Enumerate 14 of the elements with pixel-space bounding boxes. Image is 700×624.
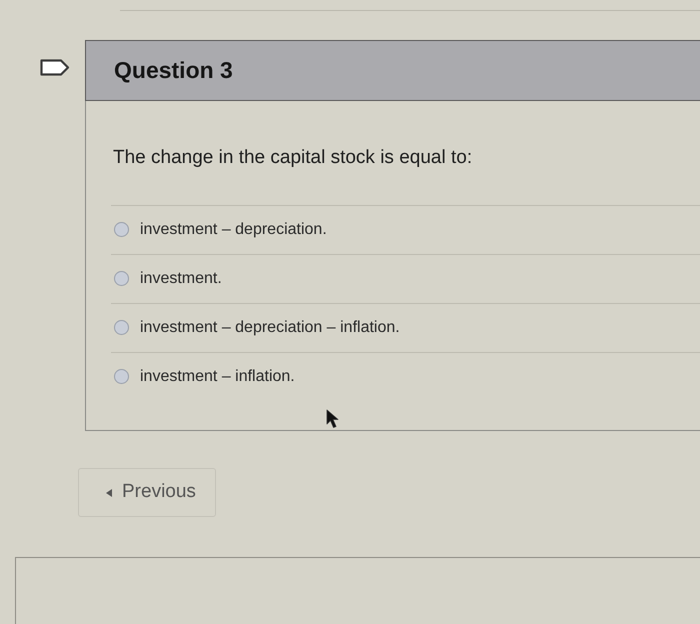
question-title: Question 3 [114,56,233,86]
caret-left-icon [106,488,112,496]
option-label[interactable]: investment – inflation. [140,364,295,388]
option-label[interactable]: investment. [140,266,222,290]
radio-button[interactable] [114,271,129,286]
option-label[interactable]: investment – depreciation – inflation. [140,316,400,340]
flag-icon[interactable] [40,59,70,76]
previous-button[interactable]: Previous [78,468,216,517]
radio-button[interactable] [114,222,129,237]
radio-button[interactable] [114,320,129,335]
question-prompt: The change in the capital stock is equal to: [113,146,472,170]
mouse-pointer-icon [326,409,340,429]
option-label[interactable]: investment – depreciation. [140,218,327,242]
radio-button[interactable] [114,369,129,384]
